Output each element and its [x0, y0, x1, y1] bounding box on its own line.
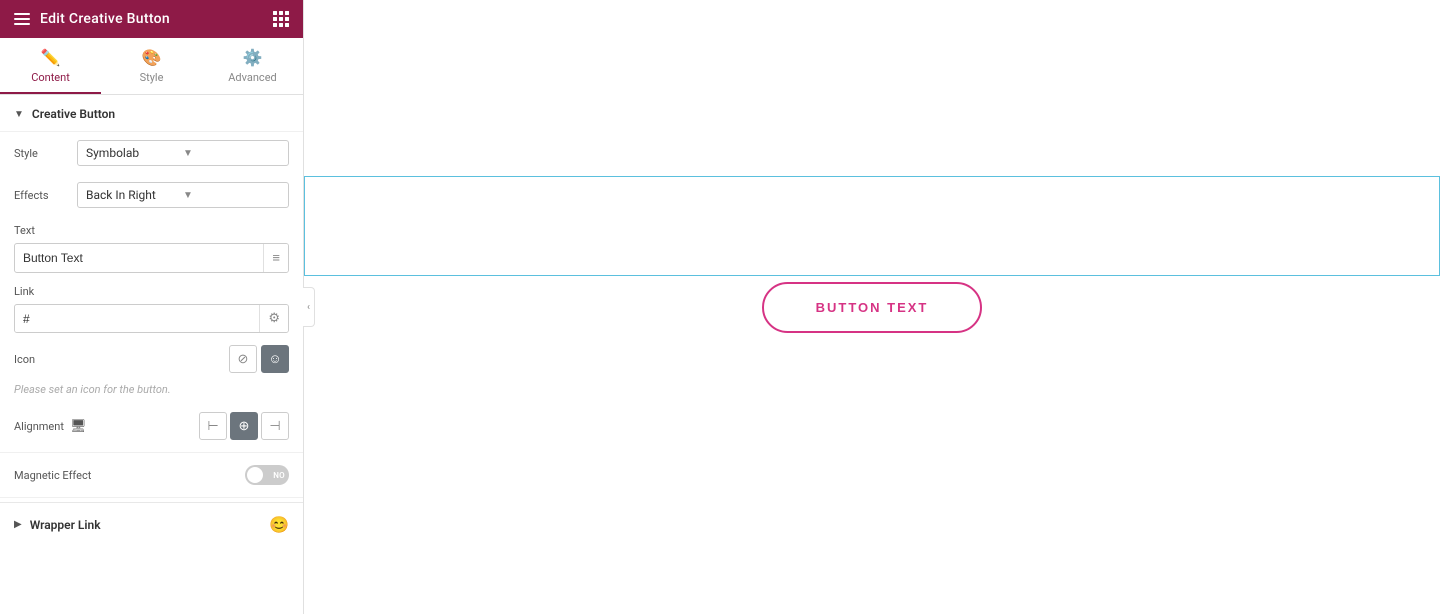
- text-label: Text: [14, 224, 289, 237]
- content-icon: ✏️: [41, 48, 61, 67]
- effects-select-arrow: ▼: [183, 190, 280, 201]
- main-area: BUTTON TEXT: [304, 0, 1440, 614]
- panel-tabs: ✏️ Content 🎨 Style ⚙️ Advanced: [0, 38, 303, 95]
- style-select-value: Symbolab: [86, 146, 183, 160]
- collapse-panel-button[interactable]: ‹: [303, 287, 315, 327]
- link-settings-icon[interactable]: ⚙: [259, 305, 288, 332]
- panel-header: Edit Creative Button: [0, 0, 303, 38]
- alignment-buttons: ⊢ ⊕ ⊣: [199, 412, 289, 440]
- advanced-icon: ⚙️: [243, 48, 263, 67]
- wrapper-link-label: Wrapper Link: [30, 518, 269, 532]
- align-left-button[interactable]: ⊢: [199, 412, 227, 440]
- header-left: Edit Creative Button: [14, 11, 170, 27]
- chevron-down-icon: ▼: [14, 109, 24, 120]
- style-control: Symbolab ▼: [77, 140, 289, 166]
- alignment-row: Alignment 🖥 ⊢ ⊕ ⊣: [0, 404, 303, 448]
- icon-label: Icon: [14, 353, 229, 366]
- align-center-button[interactable]: ⊕: [230, 412, 258, 440]
- style-icon: 🎨: [142, 48, 162, 67]
- hamburger-icon[interactable]: [14, 13, 30, 25]
- icon-hint: Please set an icon for the button.: [0, 381, 303, 404]
- style-select[interactable]: Symbolab ▼: [77, 140, 289, 166]
- magnetic-effect-toggle[interactable]: NO: [245, 465, 289, 485]
- effects-select-value: Back In Right: [86, 188, 183, 202]
- selection-box: [304, 176, 1440, 276]
- icon-row: Icon ⊘ ☺: [0, 337, 303, 381]
- icon-add-button[interactable]: ☺: [261, 345, 289, 373]
- left-panel: Edit Creative Button ✏️ Content 🎨 Style …: [0, 0, 304, 614]
- text-input[interactable]: [15, 245, 263, 271]
- grid-icon[interactable]: [273, 11, 289, 27]
- monitor-icon: 🖥: [70, 419, 87, 434]
- effects-select[interactable]: Back In Right ▼: [77, 182, 289, 208]
- magnetic-effect-label: Magnetic Effect: [14, 469, 245, 482]
- link-section: Link ⚙: [0, 277, 303, 337]
- text-input-row: ≡: [14, 243, 289, 273]
- tab-style[interactable]: 🎨 Style: [101, 38, 202, 94]
- toggle-text: NO: [273, 471, 285, 480]
- tab-content-label: Content: [31, 71, 70, 84]
- align-right-button[interactable]: ⊣: [261, 412, 289, 440]
- text-input-menu-icon[interactable]: ≡: [263, 244, 288, 272]
- effects-control: Back In Right ▼: [77, 182, 289, 208]
- panel-title: Edit Creative Button: [40, 11, 170, 27]
- tab-content[interactable]: ✏️ Content: [0, 38, 101, 94]
- divider: [0, 452, 303, 453]
- creative-button-section-header[interactable]: ▼ Creative Button: [0, 95, 303, 132]
- magnetic-effect-row: Magnetic Effect NO: [0, 457, 303, 493]
- style-row: Style Symbolab ▼: [0, 132, 303, 174]
- icon-buttons: ⊘ ☺: [229, 345, 289, 373]
- tab-advanced-label: Advanced: [228, 71, 276, 84]
- effects-row: Effects Back In Right ▼: [0, 174, 303, 216]
- style-label: Style: [14, 147, 69, 160]
- wrapper-link-section[interactable]: ▶ Wrapper Link 😊: [0, 502, 303, 546]
- creative-button-section-title: Creative Button: [32, 107, 115, 121]
- wrapper-chevron-right-icon: ▶: [14, 519, 22, 530]
- panel-content: ▼ Creative Button Style Symbolab ▼ Effec…: [0, 95, 303, 614]
- effects-label: Effects: [14, 189, 69, 202]
- preview-creative-button[interactable]: BUTTON TEXT: [762, 282, 983, 333]
- style-select-arrow: ▼: [183, 148, 280, 159]
- link-input[interactable]: [15, 306, 259, 332]
- tab-style-label: Style: [140, 71, 164, 84]
- divider-2: [0, 497, 303, 498]
- wrapper-link-icon: 😊: [269, 515, 289, 534]
- tab-advanced[interactable]: ⚙️ Advanced: [202, 38, 303, 94]
- canvas-area: BUTTON TEXT: [304, 0, 1440, 614]
- icon-remove-button[interactable]: ⊘: [229, 345, 257, 373]
- toggle-knob: [247, 467, 263, 483]
- alignment-label: Alignment 🖥: [14, 419, 199, 434]
- text-section: Text ≡: [0, 216, 303, 277]
- link-label: Link: [14, 285, 289, 298]
- link-input-row: ⚙: [14, 304, 289, 333]
